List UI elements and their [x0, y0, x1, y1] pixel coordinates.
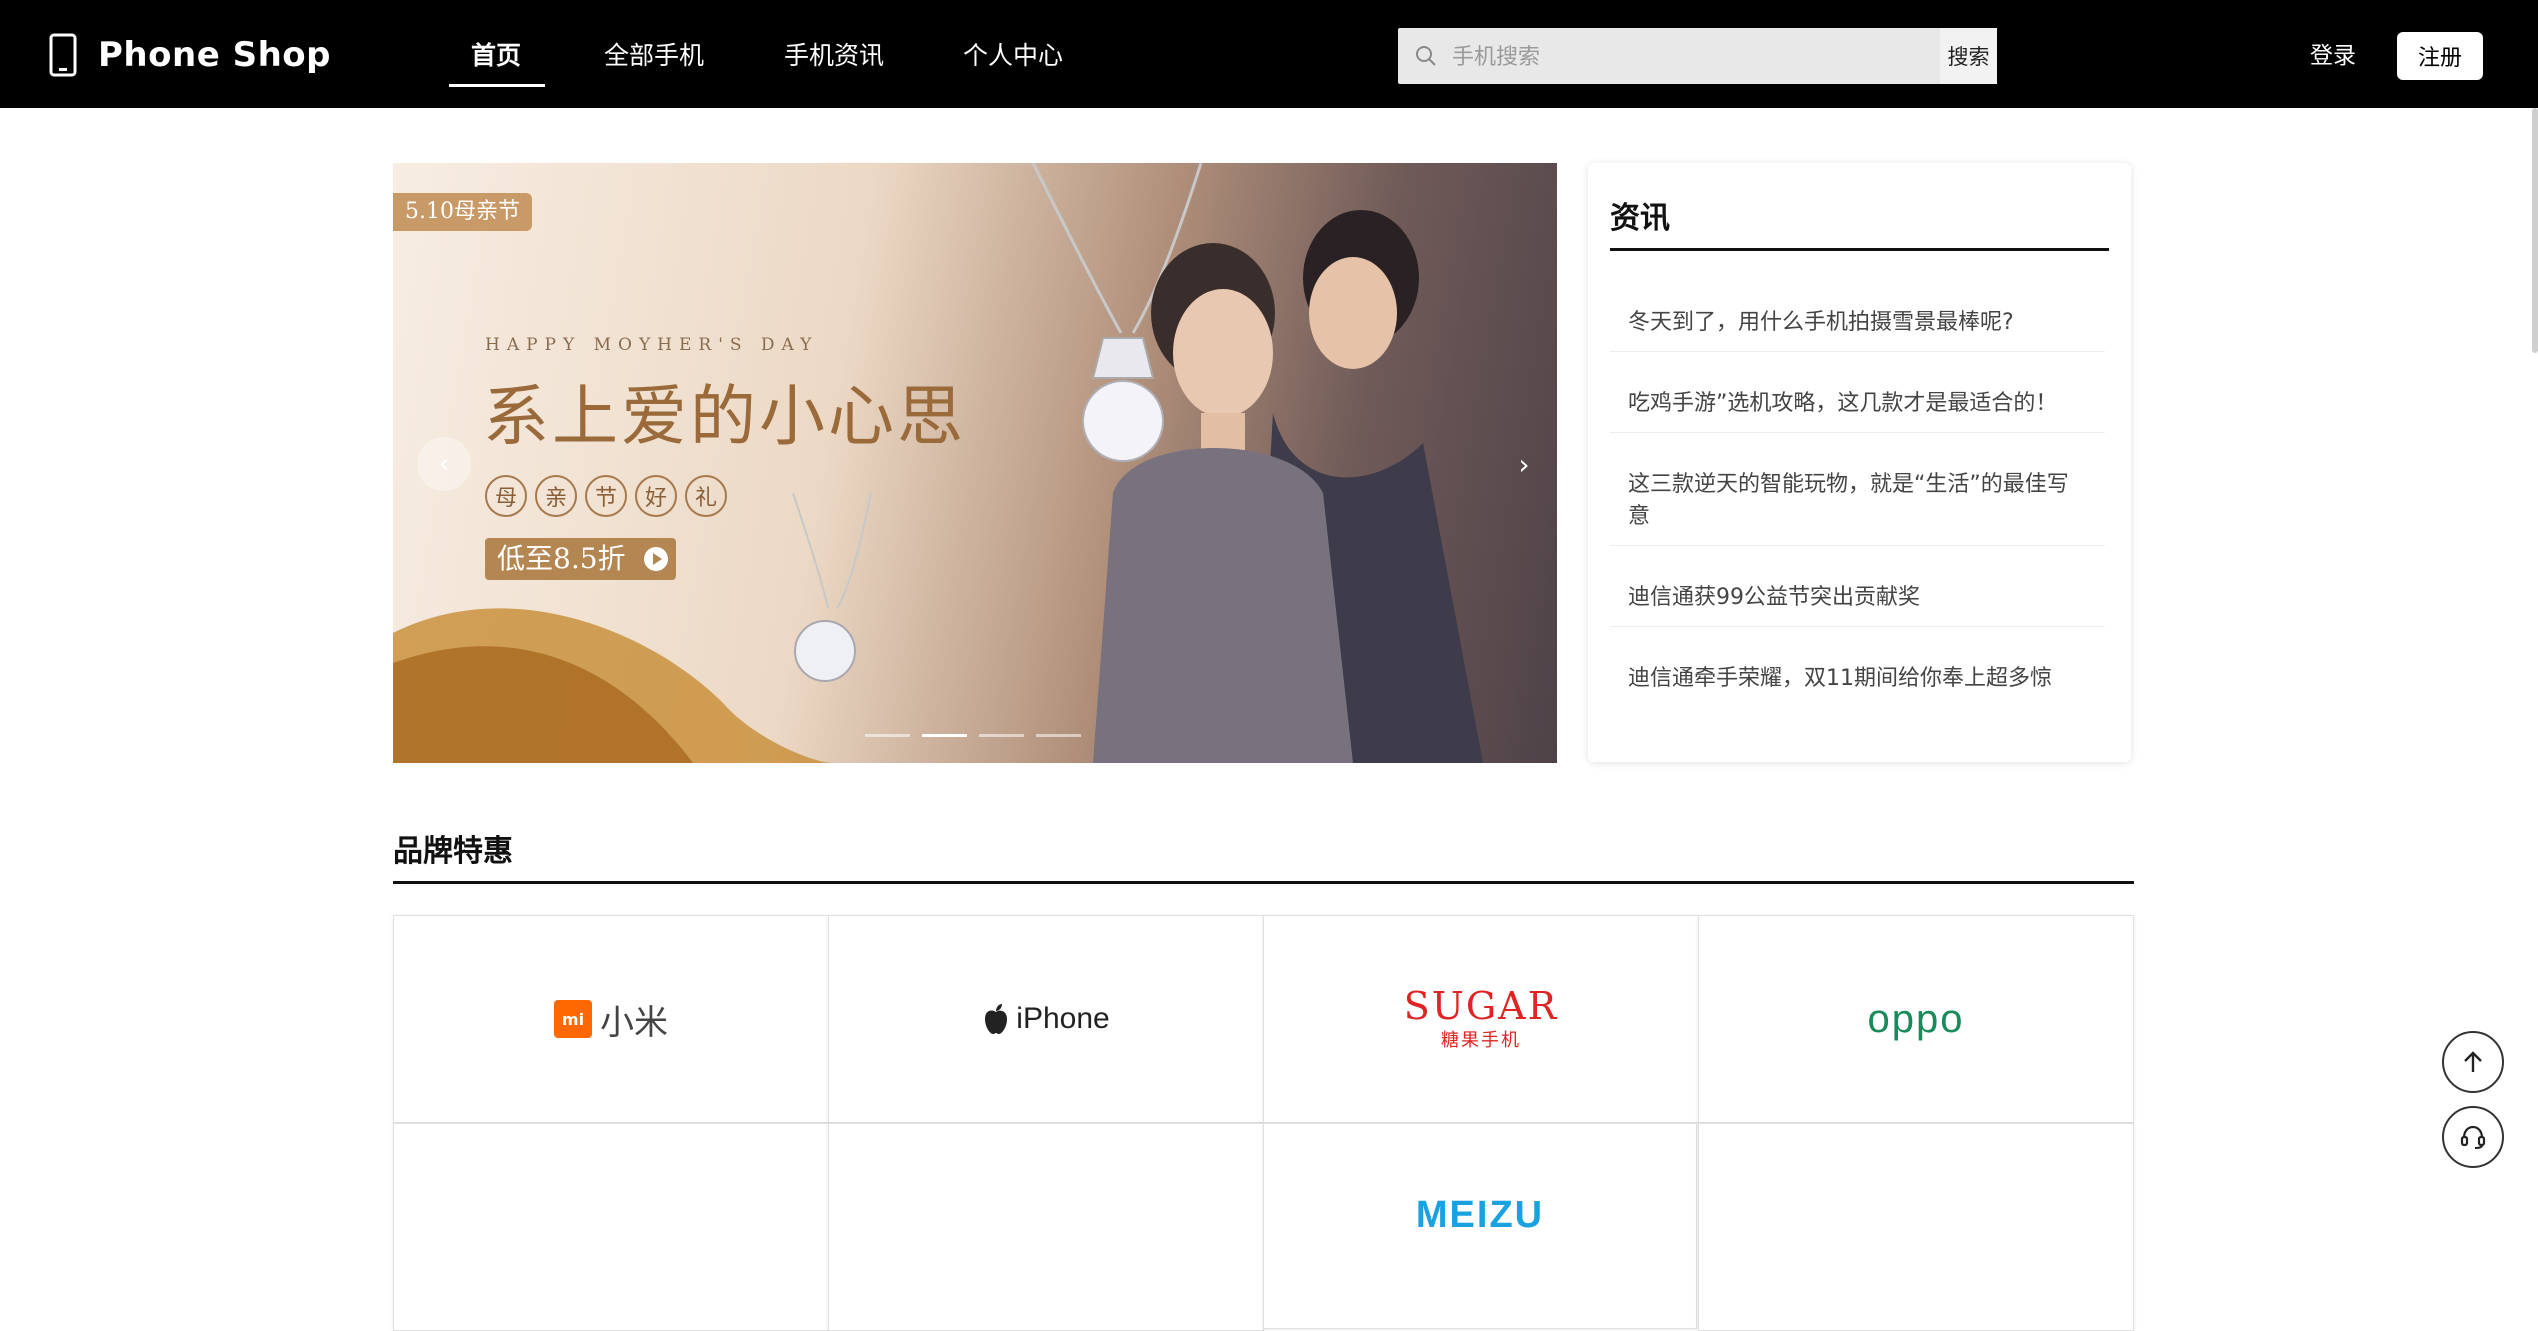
nav-active-underline — [449, 84, 545, 87]
search-button[interactable]: 搜索 — [1940, 28, 1997, 84]
carousel-next-button[interactable]: › — [1497, 437, 1551, 491]
gift-char: 节 — [585, 475, 627, 517]
search-box — [1398, 28, 1940, 86]
mi-logo-mark: mi — [554, 1000, 592, 1038]
brand-card-meizu[interactable]: MEIZU — [1263, 1123, 1697, 1329]
page-scrollbar[interactable] — [2532, 108, 2538, 353]
banner-carousel[interactable]: 5.10母亲节 HAPPY MOYHER'S DAY 系上爱的小心思 母 亲 节… — [393, 163, 1557, 763]
banner-event-tag: 5.10母亲节 — [393, 193, 532, 231]
carousel-dot[interactable] — [865, 734, 910, 737]
back-to-top-button[interactable] — [2442, 1031, 2504, 1093]
top-navbar: Phone Shop 首页 全部手机 手机资讯 个人中心 搜索 登录 注册 — [0, 0, 2538, 108]
brand-name: oppo — [1867, 996, 1965, 1041]
news-panel: 资讯 冬天到了，用什么手机拍摄雪景最棒呢? 吃鸡手游”选机攻略，这几款才是最适合… — [1588, 163, 2131, 762]
login-link[interactable]: 登录 — [2310, 38, 2356, 74]
banner-image — [393, 163, 1483, 763]
brand-name: iPhone — [1016, 1002, 1110, 1035]
site-name: Phone Shop — [98, 35, 331, 75]
search-input[interactable] — [1450, 28, 1934, 86]
banner-gift-circles: 母 亲 节 好 礼 — [485, 475, 727, 517]
xiaomi-logo: mi 小米 — [554, 995, 668, 1044]
brand-card-iphone[interactable]: iPhone — [828, 915, 1264, 1123]
brand-name: 小米 — [600, 1002, 668, 1043]
site-logo[interactable]: Phone Shop — [48, 30, 331, 80]
news-list: 冬天到了，用什么手机拍摄雪景最棒呢? 吃鸡手游”选机攻略，这几款才是最适合的！ … — [1610, 283, 2105, 707]
sugar-logo: SUGAR 糖果手机 — [1404, 986, 1558, 1052]
gift-char: 母 — [485, 475, 527, 517]
phone-icon — [49, 33, 77, 77]
register-button[interactable]: 注册 — [2397, 32, 2483, 80]
news-item[interactable]: 迪信通牵手荣耀，双11期间给你奉上超多惊 — [1610, 651, 2105, 707]
brand-title-underline — [393, 881, 2134, 884]
banner-discount-text: 低至8.5折 — [497, 542, 626, 575]
nav-home[interactable]: 首页 — [471, 36, 521, 76]
gift-char: 亲 — [535, 475, 577, 517]
headset-icon — [2460, 1125, 2486, 1149]
search-icon — [1416, 46, 1436, 66]
brand-section-title: 品牌特惠 — [393, 834, 513, 869]
news-title: 资讯 — [1610, 201, 1670, 236]
apple-icon — [985, 1004, 1008, 1034]
gift-char: 好 — [635, 475, 677, 517]
news-title-underline — [1610, 248, 2109, 251]
banner-discount-button[interactable]: 低至8.5折 — [485, 538, 676, 580]
nav-all-phones[interactable]: 全部手机 — [604, 36, 704, 76]
gift-char: 礼 — [685, 475, 727, 517]
play-icon — [643, 547, 668, 571]
nav-user-center[interactable]: 个人中心 — [963, 36, 1063, 76]
news-item[interactable]: 迪信通获99公益节突出贡献奖 — [1610, 570, 2105, 627]
banner-subtitle: HAPPY MOYHER'S DAY — [485, 335, 819, 355]
brand-card-xiaomi[interactable]: mi 小米 — [393, 915, 829, 1123]
carousel-dot[interactable] — [1036, 734, 1081, 737]
brand-card-oppo[interactable]: oppo — [1698, 915, 2134, 1123]
brand-card[interactable] — [1698, 1123, 2134, 1331]
brand-card[interactable] — [828, 1123, 1264, 1331]
arrow-up-icon — [2464, 1051, 2482, 1072]
brand-card[interactable] — [393, 1123, 829, 1331]
banner-title: 系上爱的小心思 — [483, 378, 966, 455]
brand-card-sugar[interactable]: SUGAR 糖果手机 — [1263, 915, 1699, 1123]
carousel-prev-button[interactable]: ‹ — [417, 437, 471, 491]
carousel-dot[interactable] — [979, 734, 1024, 737]
iphone-logo: iPhone — [982, 1002, 1110, 1036]
carousel-indicators — [865, 734, 1081, 737]
news-item[interactable]: 冬天到了，用什么手机拍摄雪景最棒呢? — [1610, 295, 2105, 352]
brand-subname: 糖果手机 — [1441, 1030, 1521, 1051]
customer-service-button[interactable] — [2442, 1106, 2504, 1168]
news-item[interactable]: 这三款逆天的智能玩物，就是“生活”的最佳写意 — [1610, 457, 2105, 546]
carousel-dot-active[interactable] — [922, 734, 967, 737]
nav-phone-news[interactable]: 手机资讯 — [784, 36, 884, 76]
brand-name: MEIZU — [1415, 1194, 1545, 1236]
news-item[interactable]: 吃鸡手游”选机攻略，这几款才是最适合的！ — [1610, 376, 2105, 433]
brand-name: SUGAR — [1403, 984, 1559, 1028]
